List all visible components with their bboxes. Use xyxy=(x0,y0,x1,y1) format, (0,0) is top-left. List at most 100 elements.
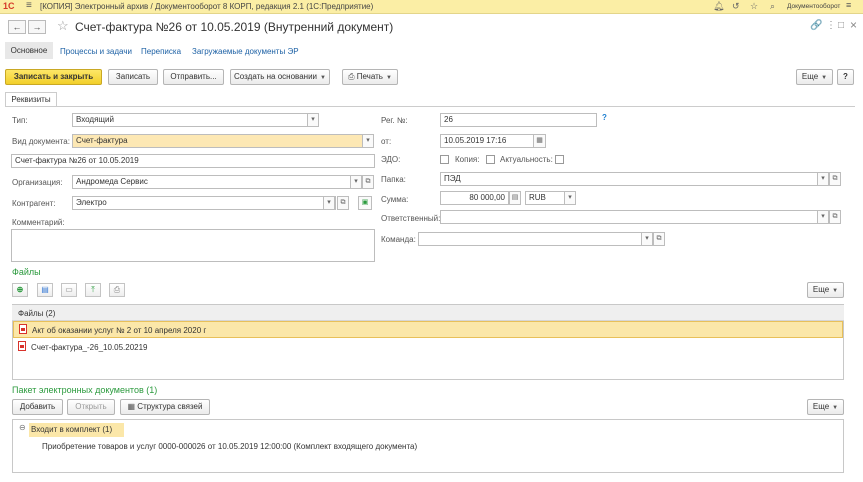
package-more-button[interactable]: Еще ▼ xyxy=(807,399,844,415)
tab-correspondence[interactable]: Переписка xyxy=(141,47,181,56)
regnum-field[interactable]: 26 xyxy=(440,113,597,127)
actual-checkbox[interactable] xyxy=(555,155,564,164)
organization-dropdown-icon[interactable]: ▾ xyxy=(350,175,362,189)
tab-processes[interactable]: Процессы и задачи xyxy=(60,47,132,56)
contractor-field[interactable]: Электро xyxy=(72,196,336,210)
more-button[interactable]: Еще ▼ xyxy=(796,69,833,85)
comment-label: Комментарий: xyxy=(12,218,65,227)
contractor-open-icon[interactable]: ⧉ xyxy=(337,196,349,210)
structure-label: Структура связей xyxy=(137,402,203,411)
team-label: Команда: xyxy=(381,235,416,244)
app-title: [КОПИЯ] Электронный архив / Документообо… xyxy=(40,2,374,11)
doctype-field[interactable]: Счет-фактура xyxy=(72,134,363,148)
user-name[interactable]: Документооборот xyxy=(787,3,840,10)
files-table-header: Файлы (2) xyxy=(12,305,844,321)
folder-dropdown-icon[interactable]: ▾ xyxy=(817,172,829,186)
doctype-label: Вид документа: xyxy=(12,137,70,146)
table-row[interactable]: Акт об оказании услуг № 2 от 10 апреля 2… xyxy=(13,321,843,338)
pdf-icon xyxy=(18,341,26,351)
chevron-down-icon: ▼ xyxy=(320,75,326,81)
star-icon[interactable]: ☆ xyxy=(750,1,758,12)
contractor-label: Контрагент: xyxy=(12,199,56,208)
responsible-dropdown-icon[interactable]: ▾ xyxy=(817,210,829,224)
calendar-icon[interactable]: ▦ xyxy=(533,134,546,148)
document-icon[interactable]: ▭ xyxy=(61,283,77,297)
document-name-field[interactable]: Счет-фактура №26 от 10.05.2019 xyxy=(11,154,375,168)
responsible-field[interactable] xyxy=(440,210,818,224)
date-field[interactable]: 10.05.2019 17:16 xyxy=(440,134,534,148)
sum-field[interactable]: 80 000,00 xyxy=(440,191,509,205)
team-dropdown-icon[interactable]: ▾ xyxy=(641,232,653,246)
chevron-down-icon: ▼ xyxy=(832,405,839,411)
add-button[interactable]: Добавить xyxy=(12,399,63,415)
maximize-icon[interactable]: □ xyxy=(838,20,844,31)
type-dropdown-icon[interactable]: ▾ xyxy=(307,113,319,127)
page-title: Счет-фактура №26 от 10.05.2019 (Внутренн… xyxy=(75,20,394,34)
organization-open-icon[interactable]: ⧉ xyxy=(362,175,374,189)
back-button[interactable]: ← xyxy=(8,20,26,34)
currency-dropdown-icon[interactable]: ▾ xyxy=(564,191,576,205)
date-label: от: xyxy=(381,137,392,146)
search-icon[interactable]: ⌕ xyxy=(770,1,775,12)
main-menu-icon[interactable]: ≡ xyxy=(26,0,32,11)
save-close-button[interactable]: Записать и закрыть xyxy=(5,69,102,85)
team-open-icon[interactable]: ⧉ xyxy=(653,232,665,246)
contractor-dropdown-icon[interactable]: ▾ xyxy=(323,196,335,210)
tab-main[interactable]: Основное xyxy=(5,42,53,59)
tab-uploaded-docs[interactable]: Загружаемые документы ЭР xyxy=(192,47,299,56)
send-button[interactable]: Отправить... xyxy=(163,69,224,85)
scan-icon[interactable]: ▤ xyxy=(37,283,53,297)
forward-button[interactable]: → xyxy=(28,20,46,34)
favorite-star-icon[interactable]: ☆ xyxy=(57,18,69,34)
close-icon[interactable]: × xyxy=(850,18,857,32)
collapse-icon[interactable]: ⊖ xyxy=(19,423,26,432)
more-label: Еще xyxy=(801,72,819,81)
structure-button[interactable]: ▦ Структура связей xyxy=(120,399,210,415)
type-field[interactable]: Входящий xyxy=(72,113,308,127)
files-header-label: Файлы (2) xyxy=(18,309,56,318)
sum-label: Сумма: xyxy=(381,195,409,204)
currency-field[interactable]: RUB xyxy=(525,191,565,205)
chevron-down-icon: ▼ xyxy=(385,75,392,81)
pdf-icon xyxy=(19,324,27,334)
add-file-icon[interactable]: ⊕ xyxy=(12,283,28,297)
save-button[interactable]: Записать xyxy=(108,69,158,85)
edo-checkbox[interactable] xyxy=(440,155,449,164)
upload-icon[interactable]: ⤒ xyxy=(85,283,101,297)
package-item[interactable]: Приобретение товаров и услуг 0000-000026… xyxy=(42,442,417,451)
doctype-dropdown-icon[interactable]: ▾ xyxy=(362,134,374,148)
comment-field[interactable] xyxy=(11,229,375,262)
app-logo: 1С xyxy=(3,1,15,11)
responsible-open-icon[interactable]: ⧉ xyxy=(829,210,841,224)
file-name: Акт об оказании услуг № 2 от 10 апреля 2… xyxy=(32,326,207,335)
copy-checkbox[interactable] xyxy=(486,155,495,164)
package-more-label: Еще xyxy=(812,402,830,411)
team-field[interactable] xyxy=(418,232,642,246)
print-button[interactable]: ⎙ Печать ▼ xyxy=(342,69,398,85)
folder-field[interactable]: ПЭД xyxy=(440,172,818,186)
menu-icon[interactable]: ≡ xyxy=(846,0,851,10)
edo-label: ЭДО: xyxy=(381,155,401,164)
open-button[interactable]: Открыть xyxy=(67,399,115,415)
tab-requisites[interactable]: Реквизиты xyxy=(5,92,57,107)
folder-label: Папка: xyxy=(381,175,406,184)
print-file-icon[interactable]: ⎙ xyxy=(109,283,125,297)
calculator-icon[interactable]: ▤ xyxy=(509,191,521,205)
bell-icon[interactable]: 🔔︎ xyxy=(713,1,724,12)
package-group[interactable]: Входит в комплект (1) xyxy=(29,423,124,437)
link-icon[interactable]: 🔗 xyxy=(810,20,822,31)
create-based-button[interactable]: Создать на основании ▼ xyxy=(230,69,330,85)
more-icon[interactable]: ⋮ xyxy=(826,20,836,31)
type-label: Тип: xyxy=(12,116,28,125)
help-icon[interactable]: ? xyxy=(602,113,607,122)
history-icon[interactable]: ↺ xyxy=(732,1,740,12)
table-row[interactable]: Счет-фактура_-26_10.05.20219 xyxy=(13,339,843,356)
organization-field[interactable]: Андромеда Сервис xyxy=(72,175,351,189)
contractor-card-icon[interactable]: ▣ xyxy=(358,196,372,210)
files-more-button[interactable]: Еще ▼ xyxy=(807,282,844,298)
chevron-down-icon: ▼ xyxy=(832,288,839,294)
folder-open-icon[interactable]: ⧉ xyxy=(829,172,841,186)
create-based-label: Создать на основании xyxy=(234,72,318,81)
help-button[interactable]: ? xyxy=(837,69,854,85)
title-bar: 1С ≡ [КОПИЯ] Электронный архив / Докумен… xyxy=(0,0,863,14)
